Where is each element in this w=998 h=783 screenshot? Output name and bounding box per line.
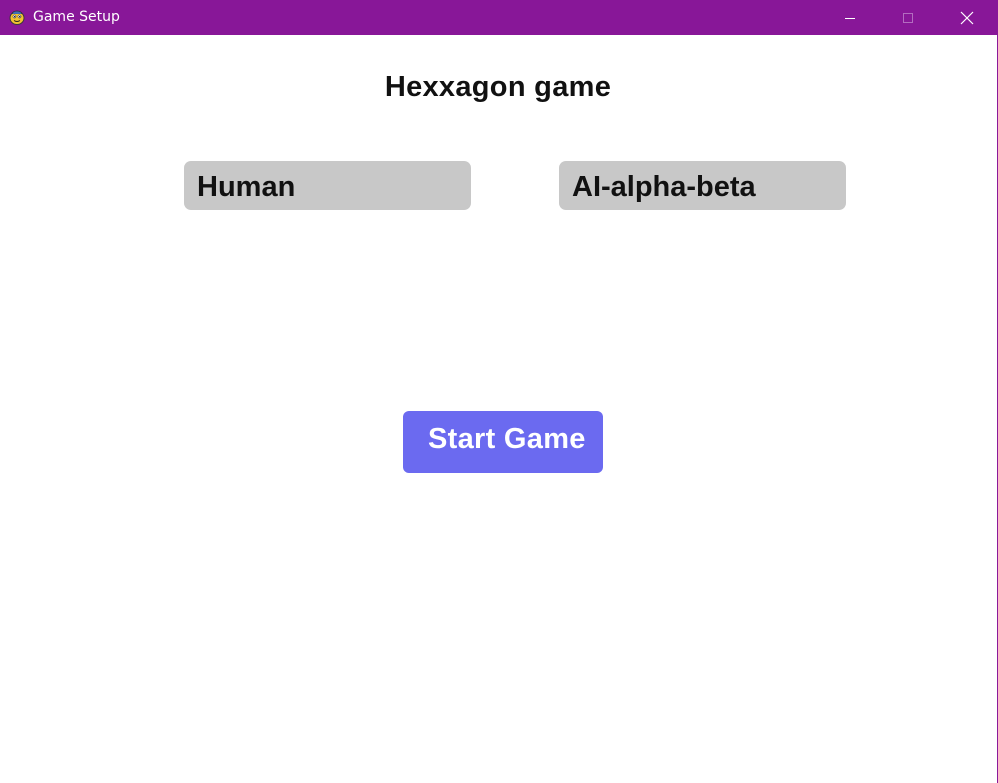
game-title: Hexxagon game [384, 71, 612, 103]
setup-content: Hexxagon game Human AI-alpha-beta Start … [0, 35, 997, 783]
minimize-icon [845, 17, 855, 19]
minimize-button[interactable] [827, 0, 873, 35]
game-setup-window: Game Setup Hexxagon game Human AI-alpha-… [0, 0, 998, 783]
title-bar[interactable]: Game Setup [0, 0, 998, 35]
maximize-button[interactable] [885, 0, 931, 35]
player-two-selector[interactable]: AI-alpha-beta [559, 161, 846, 210]
close-icon [960, 11, 974, 24]
start-game-button[interactable]: Start Game [403, 411, 603, 473]
close-button[interactable] [944, 0, 990, 35]
maximize-icon [903, 12, 913, 23]
player-one-selector[interactable]: Human [184, 161, 471, 210]
python-snake-icon [9, 10, 25, 25]
window-title: Game Setup [33, 9, 120, 25]
